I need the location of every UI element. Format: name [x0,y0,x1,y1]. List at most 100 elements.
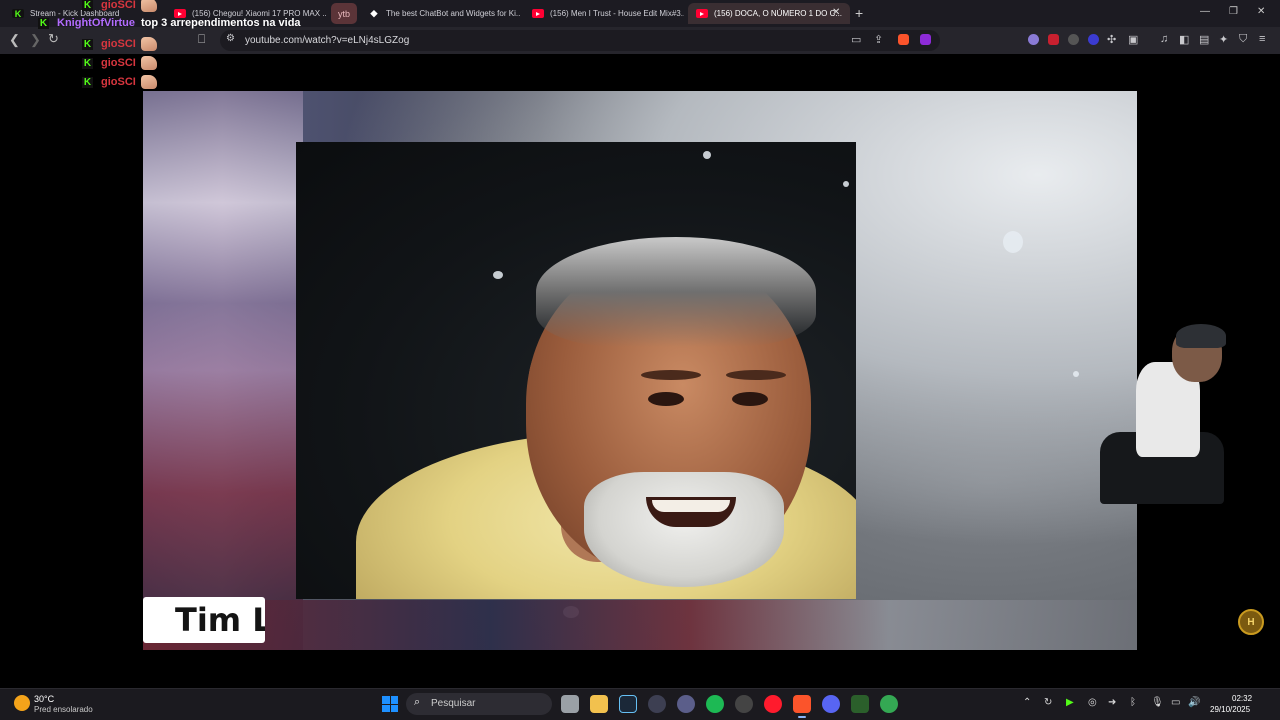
channel-logo-icon: H [1238,609,1264,635]
webcam-overlay [1100,322,1226,504]
youtube-icon [696,9,708,18]
hair [536,237,816,347]
spotify-icon[interactable] [706,695,724,713]
emote-icon [140,0,157,12]
opera-gx-icon[interactable] [764,695,782,713]
extension-2-icon[interactable] [1048,34,1059,45]
right-eyebrow [726,370,786,380]
extensions-puzzle-icon[interactable]: ✣ [1107,33,1116,46]
app-icon[interactable] [677,695,695,713]
app-icon[interactable] [851,695,869,713]
leo-ai-icon[interactable]: ✦ [1219,33,1228,46]
chat-username: gioSCI [101,0,136,11]
cast-icon[interactable]: ▭ [851,33,861,46]
weather-temperature[interactable]: 30°C [34,694,54,704]
chat-message: K gioSCI [82,37,157,51]
dust-speck [843,181,849,187]
extension-1-icon[interactable] [1028,34,1039,45]
chrome-icon[interactable] [880,695,898,713]
microphone-icon[interactable]: 🎙 [1151,697,1164,708]
brave-shields-icon[interactable] [898,34,909,45]
active-app-indicator [798,716,806,718]
url-text[interactable]: youtube.com/watch?v=eLNj4sLGZog [245,35,409,46]
kick-badge-icon: K [82,38,93,50]
extension-3-icon[interactable] [1068,34,1079,45]
blurred-background [143,91,303,650]
kick-icon: K [12,9,24,19]
bluetooth-icon[interactable]: ᛒ [1130,697,1136,708]
extension-4-icon[interactable] [1088,34,1099,45]
taskbar-search[interactable] [406,693,552,715]
tray-arrow-icon[interactable]: ➜ [1108,697,1116,708]
tab-doca-active[interactable]: (156) DOCA, O NÚMERO 1 DO C... [688,3,850,24]
back-icon[interactable]: ❮ [9,32,20,48]
kick-widget-icon: ◆ [370,8,378,18]
sidebar-icon[interactable]: ◧ [1179,33,1189,46]
start-button-icon[interactable] [382,696,398,712]
weather-icon[interactable] [14,695,30,711]
discord-icon[interactable] [822,695,840,713]
chat-message: K gioSCI [82,0,157,12]
vpn-icon[interactable]: ⛉ [1239,33,1247,46]
youtube-icon [532,9,544,18]
tab-title: (156) Men I Trust - House Edit Mix#3... [550,9,684,18]
left-eyebrow [641,370,701,380]
portrait-photo [296,142,856,599]
clock-time[interactable]: 02:32 [1232,694,1252,703]
play-icon[interactable]: ▶ [1066,697,1074,708]
steam-icon[interactable] [619,695,637,713]
lower-third-caption: Tim L [143,597,265,643]
volume-icon[interactable]: 🔊 [1188,697,1200,708]
dust-speck [1073,371,1079,377]
tray-app-icon[interactable]: ◎ [1088,697,1097,708]
site-info-icon[interactable]: ⚙ [226,33,235,44]
reload-icon[interactable]: ↻ [48,31,59,47]
media-icon[interactable]: ♫ [1160,33,1168,45]
brave-rewards-icon[interactable] [920,34,931,45]
app-icon[interactable] [648,695,666,713]
file-explorer-icon[interactable] [590,695,608,713]
screenshot-icon[interactable]: ▣ [1128,33,1138,46]
tab-title: (156) DOCA, O NÚMERO 1 DO C... [714,9,843,18]
menu-icon[interactable]: ≡ [1259,33,1265,45]
new-tab-icon[interactable]: + [855,5,863,21]
close-window-icon[interactable]: ✕ [1257,6,1265,17]
chat-message: K KnightOfVirtue top 3 arrependimentos n… [38,17,301,29]
video-bottom-strip [143,600,1137,650]
dust-speck [493,271,503,279]
chat-username: gioSCI [101,76,136,88]
chat-username: gioSCI [101,38,136,50]
bookmark-icon[interactable]: ⎕ [198,32,205,47]
task-view-icon[interactable] [561,695,579,713]
chat-message: K gioSCI [82,56,157,70]
forward-icon[interactable]: ❯ [30,32,41,48]
tab-group-ytb[interactable]: ytb [331,3,357,24]
maximize-icon[interactable]: ❐ [1229,6,1238,17]
kick-badge-icon: K [82,0,93,11]
weather-description[interactable]: Pred ensolarado [34,705,93,714]
dust-speck [703,151,711,159]
clock-date[interactable]: 29/10/2025 [1210,705,1250,714]
brave-icon[interactable] [793,695,811,713]
network-icon[interactable]: ▭ [1171,697,1180,708]
tab-men-i-trust[interactable]: (156) Men I Trust - House Edit Mix#3... [524,3,684,24]
search-placeholder[interactable]: Pesquisar [431,698,475,709]
tab-chatbot-widgets[interactable]: ◆ The best ChatBot and Widgets for Ki... [360,3,520,24]
chevron-up-icon[interactable]: ⌃ [1023,697,1031,708]
beard [584,472,784,587]
lower-third-text: Tim L [175,601,265,639]
chat-username: gioSCI [101,57,136,69]
share-icon[interactable]: ⇪ [874,33,883,46]
minimize-icon[interactable]: — [1200,6,1210,17]
dust-speck [1003,231,1023,253]
streamer-hair [1176,324,1226,348]
tab-group-label: ytb [337,8,350,19]
obs-icon[interactable] [735,695,753,713]
chat-message: K gioSCI [82,75,157,89]
video-player[interactable] [143,91,1137,650]
sync-icon[interactable]: ↻ [1044,697,1052,708]
emote-icon [140,56,157,70]
kick-badge-icon: K [82,76,93,88]
wallet-icon[interactable]: ▤ [1199,33,1209,46]
close-tab-icon[interactable]: ✕ [832,7,840,18]
